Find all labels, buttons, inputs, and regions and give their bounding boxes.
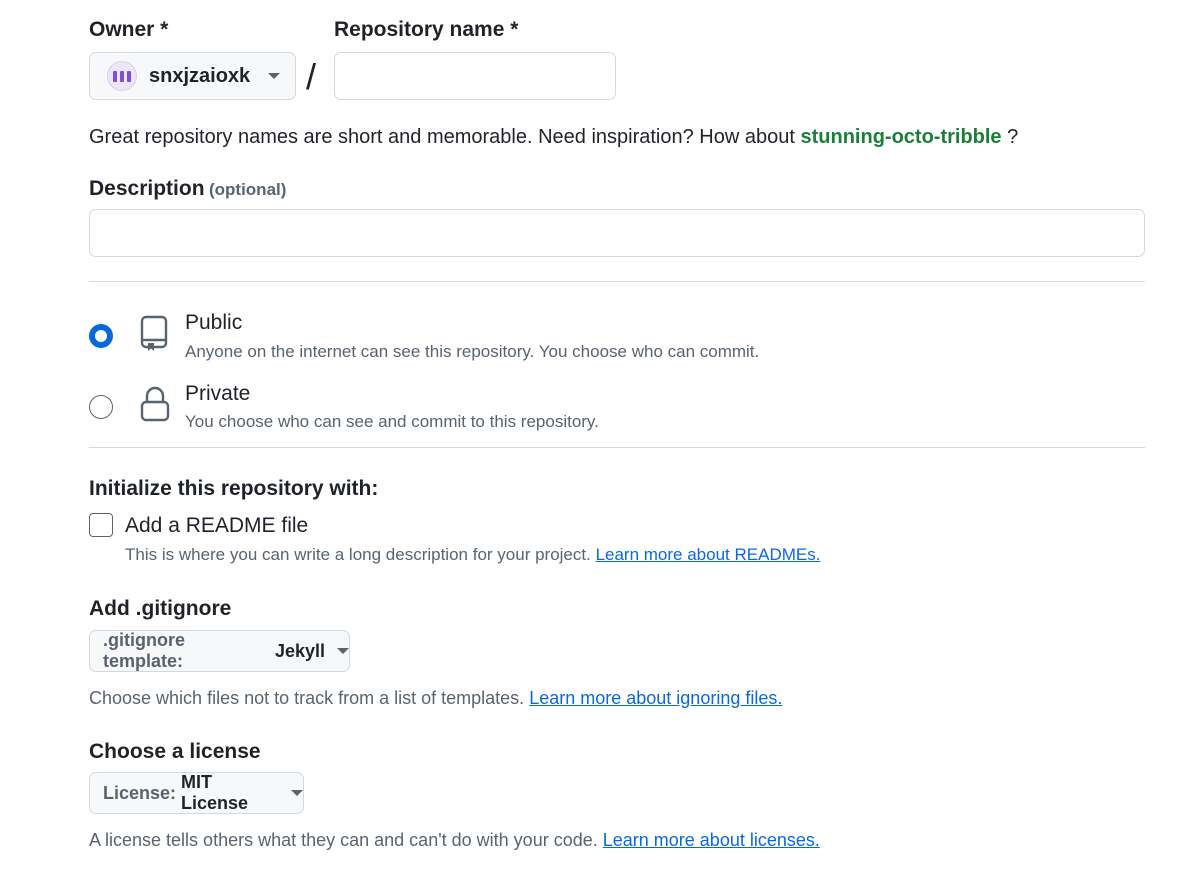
- readme-desc: This is where you can write a long descr…: [125, 545, 591, 564]
- repo-name-hint: Great repository names are short and mem…: [89, 126, 1018, 149]
- gitignore-template-dropdown[interactable]: .gitignore template: Jekyll: [89, 630, 350, 672]
- license-desc-row: A license tells others what they can and…: [89, 830, 820, 851]
- gitignore-learn-more-link[interactable]: Learn more about ignoring files.: [529, 688, 782, 708]
- license-value: MIT License: [181, 772, 249, 813]
- gitignore-desc: Choose which files not to track from a l…: [89, 688, 525, 708]
- visibility-private-desc: You choose who can see and commit to thi…: [185, 412, 599, 431]
- license-desc: A license tells others what they can and…: [89, 830, 598, 850]
- visibility-public-desc: Anyone on the internet can see this repo…: [185, 342, 760, 361]
- hint-text: Great repository names are short and mem…: [89, 126, 795, 148]
- divider: [89, 281, 1145, 282]
- readme-label[interactable]: Add a README file: [125, 514, 308, 538]
- init-heading: Initialize this repository with:: [89, 477, 379, 500]
- visibility-private-title: Private: [185, 382, 251, 405]
- description-input[interactable]: [89, 209, 1145, 257]
- repo-name-input[interactable]: [334, 52, 616, 100]
- chevron-down-icon: [291, 790, 303, 796]
- name-suggestion-link[interactable]: stunning-octo-tribble: [800, 126, 1001, 148]
- readme-desc-row: This is where you can write a long descr…: [125, 545, 820, 565]
- license-prefix: License:: [103, 782, 177, 803]
- description-label-row: Description (optional): [89, 177, 286, 201]
- readme-checkbox[interactable]: [89, 513, 113, 537]
- license-heading: Choose a license: [89, 740, 261, 763]
- description-label: Description: [89, 177, 205, 200]
- description-optional: (optional): [208, 180, 287, 199]
- divider: [89, 447, 1145, 448]
- repo-icon: [139, 315, 169, 358]
- gitignore-desc-row: Choose which files not to track from a l…: [89, 688, 782, 709]
- lock-icon: [139, 386, 171, 427]
- chevron-down-icon: [337, 648, 349, 654]
- owner-name: snxjzaioxk: [149, 64, 251, 87]
- readme-learn-more-link[interactable]: Learn more about READMEs.: [596, 545, 821, 564]
- owner-avatar: [107, 61, 137, 91]
- owner-repo-separator: /: [306, 56, 317, 97]
- visibility-private-radio[interactable]: [89, 395, 113, 419]
- gitignore-heading: Add .gitignore: [89, 597, 232, 620]
- license-dropdown[interactable]: License: MIT License: [89, 772, 304, 814]
- visibility-public-title: Public: [185, 311, 243, 334]
- visibility-public-radio[interactable]: [89, 324, 113, 348]
- license-learn-more-link[interactable]: Learn more about licenses.: [603, 830, 820, 850]
- owner-label: Owner *: [89, 18, 169, 41]
- chevron-down-icon: [268, 73, 281, 79]
- gitignore-value: Jekyll: [274, 640, 325, 661]
- gitignore-prefix: .gitignore template:: [103, 630, 185, 671]
- hint-suffix: ?: [1007, 126, 1019, 148]
- owner-dropdown[interactable]: snxjzaioxk: [89, 52, 296, 100]
- repo-name-label: Repository name *: [334, 18, 519, 41]
